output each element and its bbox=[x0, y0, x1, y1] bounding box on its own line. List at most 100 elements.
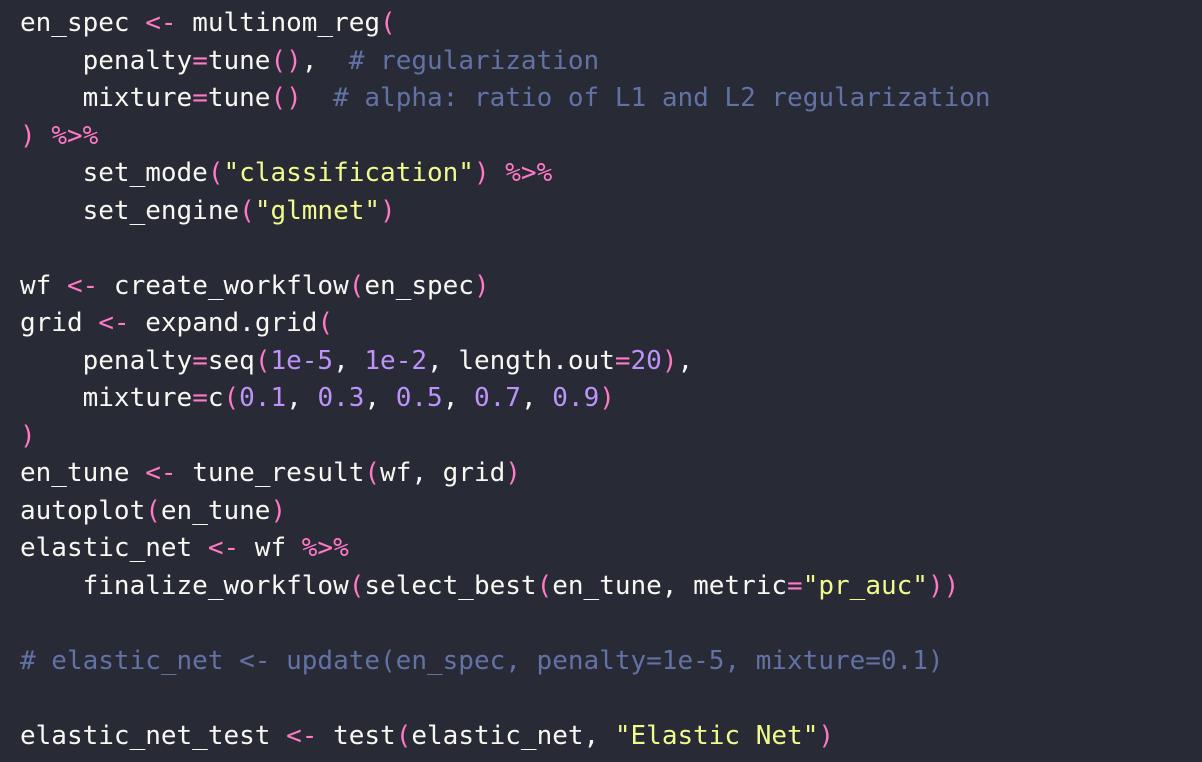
code-token-paren: ( bbox=[223, 383, 240, 413]
code-token-num: 0.5 bbox=[395, 383, 443, 413]
code-token-comment: # regularization bbox=[348, 45, 600, 76]
code-token-plain: mixture bbox=[20, 83, 193, 113]
code-token-plain: , bbox=[286, 383, 318, 413]
code-token-paren: ( bbox=[348, 570, 365, 601]
code-line[interactable]: # elastic_net <- update(en_spec, penalty… bbox=[20, 643, 1202, 681]
code-token-plain: seq bbox=[207, 345, 255, 376]
code-line[interactable]: en_spec <- multinom_reg( bbox=[20, 5, 1202, 43]
code-token-plain: elastic_net_test bbox=[20, 720, 287, 751]
code-token-plain: create_workflow bbox=[98, 270, 349, 301]
code-token-op: %>% bbox=[301, 533, 349, 563]
code-line[interactable]: mixture=tune() # alpha: ratio of L1 and … bbox=[20, 80, 1202, 118]
code-token-paren: ) bbox=[505, 458, 521, 488]
code-line[interactable]: en_tune <- tune_result(wf, grid) bbox=[20, 455, 1202, 493]
code-token-op: %>% bbox=[51, 120, 99, 151]
code-token-paren: ( bbox=[364, 458, 381, 488]
code-token-comment: # elastic_net <- update(en_spec, penalty… bbox=[20, 645, 944, 676]
code-token-plain: set_engine bbox=[20, 195, 240, 226]
code-line[interactable]: ) %>% bbox=[20, 118, 1202, 156]
code-line[interactable] bbox=[20, 605, 1202, 643]
code-token-num: 1e-5 bbox=[270, 345, 334, 376]
code-token-plain: en_tune, metric bbox=[552, 570, 788, 601]
code-token-plain: elastic_net, bbox=[411, 720, 615, 751]
code-token-paren: ( bbox=[348, 270, 365, 301]
code-token-num: 1e-2 bbox=[364, 345, 428, 376]
code-token-plain: grid bbox=[20, 308, 99, 338]
code-token-plain: en_spec bbox=[364, 270, 474, 301]
code-token-str: "classification" bbox=[223, 158, 474, 188]
code-token-plain: , bbox=[520, 383, 553, 413]
code-token-plain: , bbox=[333, 345, 365, 376]
code-token-paren: ( bbox=[317, 308, 334, 338]
code-line[interactable]: ) bbox=[20, 418, 1202, 456]
code-token-paren: ( bbox=[207, 158, 224, 188]
code-token-num: 0.7 bbox=[474, 383, 521, 413]
code-editor[interactable]: en_spec <- multinom_reg( penalty=tune(),… bbox=[0, 0, 1202, 762]
code-token-plain: select_best bbox=[364, 570, 537, 601]
code-token-op: <- bbox=[66, 270, 99, 301]
code-token-op: <- bbox=[98, 308, 130, 338]
code-token-op: = bbox=[192, 345, 208, 376]
code-line[interactable]: elastic_net <- wf %>% bbox=[20, 530, 1202, 568]
code-token-op: = bbox=[192, 83, 208, 113]
code-line[interactable] bbox=[20, 230, 1202, 268]
code-token-paren: ) bbox=[20, 420, 36, 451]
code-line[interactable]: finalize_workflow(select_best(en_tune, m… bbox=[20, 568, 1202, 606]
code-line[interactable]: elastic_net_test <- test(elastic_net, "E… bbox=[20, 718, 1202, 756]
code-token-paren: ) bbox=[380, 195, 396, 226]
code-token-num: 0.3 bbox=[317, 383, 365, 413]
code-token-plain: wf bbox=[239, 533, 302, 563]
code-line[interactable]: autoplot(en_tune) bbox=[20, 493, 1202, 531]
code-token-plain: , bbox=[677, 345, 694, 376]
code-block[interactable]: en_spec <- multinom_reg( penalty=tune(),… bbox=[20, 5, 1202, 755]
code-token-num: 0.1 bbox=[239, 383, 287, 413]
code-token-paren: ) bbox=[20, 120, 36, 151]
code-token-plain: penalty bbox=[20, 45, 193, 76]
code-token-op: = bbox=[787, 570, 803, 601]
code-token-paren: ( bbox=[395, 720, 412, 751]
code-token-str: "pr_auc" bbox=[802, 570, 928, 601]
code-token-plain: elastic_net bbox=[20, 533, 208, 563]
code-line[interactable]: mixture=c(0.1, 0.3, 0.5, 0.7, 0.9) bbox=[20, 380, 1202, 418]
code-token-plain: mixture bbox=[20, 383, 193, 413]
code-token-plain: finalize_workflow bbox=[20, 570, 349, 601]
code-token-plain: set_mode bbox=[20, 158, 208, 188]
code-token-op: <- bbox=[207, 533, 240, 563]
code-token-paren: ) bbox=[270, 495, 287, 526]
code-line[interactable]: set_engine("glmnet") bbox=[20, 193, 1202, 231]
code-token-comment: # alpha: ratio of L1 and L2 regularizati… bbox=[333, 83, 991, 113]
code-token-str: "glmnet" bbox=[254, 195, 381, 226]
code-token-paren: () bbox=[270, 45, 302, 76]
code-token-op: = bbox=[192, 45, 208, 76]
code-token-op: <- bbox=[145, 8, 177, 38]
code-token-op: <- bbox=[286, 720, 318, 751]
code-token-num: 0.9 bbox=[552, 383, 600, 413]
code-token-plain: c bbox=[207, 383, 224, 413]
code-token-plain: expand.grid bbox=[129, 308, 318, 338]
code-token-op: = bbox=[192, 383, 208, 413]
code-token-op: %>% bbox=[505, 158, 553, 188]
code-line[interactable]: wf <- create_workflow(en_spec) bbox=[20, 268, 1202, 306]
code-line[interactable]: penalty=tune(), # regularization bbox=[20, 43, 1202, 81]
code-token-plain: wf bbox=[20, 270, 67, 301]
code-token-str: "Elastic Net" bbox=[614, 720, 819, 751]
code-token-num: 20 bbox=[630, 345, 662, 376]
code-token-paren: ) bbox=[661, 345, 678, 376]
code-token-paren: ) bbox=[473, 158, 490, 188]
code-token-paren: ( bbox=[239, 195, 255, 226]
code-token-plain: autoplot bbox=[20, 495, 146, 526]
code-token-paren: ( bbox=[254, 345, 271, 376]
code-token-plain: en_tune bbox=[20, 458, 146, 488]
code-line[interactable]: set_mode("classification") %>% bbox=[20, 155, 1202, 193]
code-token-paren: ( bbox=[145, 495, 161, 526]
code-token-paren: ) bbox=[473, 270, 490, 301]
code-line[interactable] bbox=[20, 680, 1202, 718]
code-token-paren: ( bbox=[536, 570, 553, 601]
code-line[interactable]: grid <- expand.grid( bbox=[20, 305, 1202, 343]
code-line[interactable]: penalty=seq(1e-5, 1e-2, length.out=20), bbox=[20, 343, 1202, 381]
code-token-plain: test bbox=[317, 720, 396, 751]
code-token-plain: en_tune bbox=[160, 495, 271, 526]
code-token-plain: tune bbox=[207, 45, 271, 76]
